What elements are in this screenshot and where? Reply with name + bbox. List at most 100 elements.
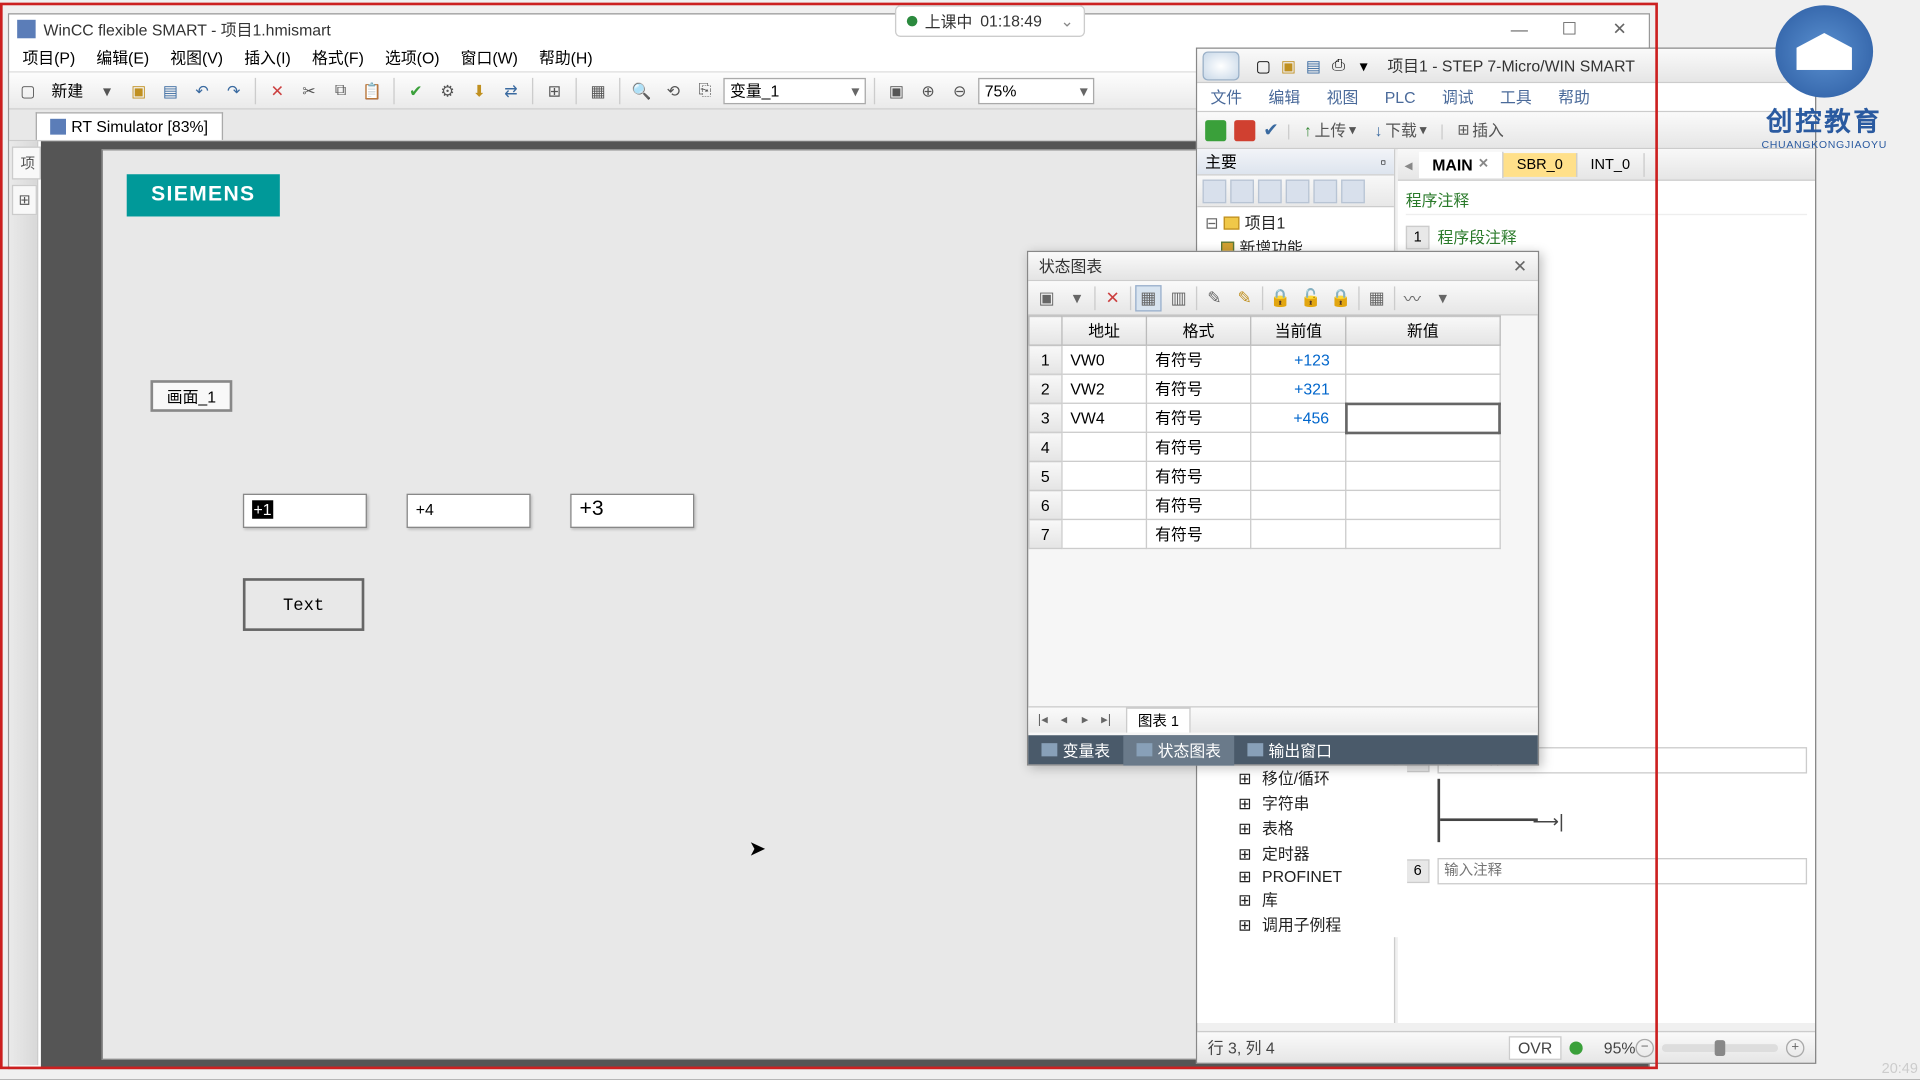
nav-first[interactable]: |◂ [1034,713,1052,728]
ribbon-tab-tools[interactable]: 工具 [1487,82,1545,112]
row-num[interactable]: 1 [1029,345,1062,374]
sc-tb-monitor[interactable]: ▦ [1135,284,1161,310]
status-chart-row[interactable]: 7有符号 [1029,519,1500,548]
tree-tb-2[interactable] [1230,179,1254,203]
paste-icon[interactable]: 📋 [359,77,385,103]
tree-tb-6[interactable] [1341,179,1365,203]
ribbon-tab-help[interactable]: 帮助 [1545,82,1603,112]
sc-tb-lock1[interactable]: 🔒 [1267,284,1293,310]
status-chart-row[interactable]: 1VW0有符号+123 [1029,345,1500,374]
close-button[interactable]: ✕ [1596,17,1644,41]
tab-nav-left[interactable]: ◂ [1398,155,1419,173]
step7-titlebar[interactable]: ▢ ▣ ▤ ⎙ ▾ 项目1 - STEP 7-Micro/WIN SMART ☐ [1197,49,1815,83]
screen-nav-button[interactable]: 画面_1 [150,380,232,412]
ribbon-tab-view[interactable]: 视图 [1313,82,1371,112]
compile-icon[interactable]: ⚙ [434,77,460,103]
qat-open-icon[interactable]: ▣ [1278,55,1299,76]
status-chart-row[interactable]: 3VW4有符号+456 [1029,403,1500,432]
row-num[interactable]: 6 [1029,490,1062,519]
row-num[interactable]: 5 [1029,461,1062,490]
nav-next[interactable]: ▸ [1076,713,1094,728]
chart-sheet-tab[interactable]: 图表 1 [1126,708,1191,733]
qat-more-icon[interactable]: ▾ [1353,55,1374,76]
zoom-slider[interactable] [1662,1043,1778,1051]
close-tab-icon[interactable]: ✕ [1478,157,1489,172]
ladder-rung-5[interactable]: ⟶| [1437,779,1807,842]
cell-format[interactable]: 有符号 [1147,374,1251,403]
code-tab-sbr0[interactable]: SBR_0 [1504,152,1578,176]
cell-address[interactable] [1062,432,1147,461]
cell-address[interactable] [1062,519,1147,548]
status-chart-close[interactable]: ✕ [1513,255,1527,276]
find-icon[interactable]: 🔍 [628,77,654,103]
cell-format[interactable]: 有符号 [1147,490,1251,519]
row-num[interactable]: 2 [1029,374,1062,403]
io-field-3[interactable]: +3 [570,494,694,528]
menu-window[interactable]: 窗口(W) [453,44,526,72]
cell-address[interactable] [1062,490,1147,519]
chevron-down-icon[interactable]: ⌄ [1060,12,1073,30]
copy-icon[interactable]: ⧉ [327,77,353,103]
cell-address[interactable]: VW0 [1062,345,1147,374]
network-num-6[interactable]: 6 [1406,859,1430,883]
doc-tab-simulator[interactable]: RT Simulator [83%] [36,112,223,140]
download-button[interactable]: ↓下载 ▾ [1369,119,1432,141]
cell-new-value[interactable] [1346,519,1499,548]
cell-new-value[interactable] [1346,490,1499,519]
ribbon-tab-edit[interactable]: 编辑 [1255,82,1313,112]
status-chart-row[interactable]: 4有符号 [1029,432,1500,461]
col-address[interactable]: 地址 [1062,316,1147,345]
net6-comment-input[interactable] [1437,858,1807,884]
nav-last[interactable]: ▸| [1097,713,1115,728]
tree-tb-5[interactable] [1313,179,1337,203]
cell-new-value[interactable] [1346,432,1499,461]
cell-format[interactable]: 有符号 [1147,461,1251,490]
cell-address[interactable]: VW2 [1062,374,1147,403]
sc-tb-pencil[interactable]: ✎ [1232,284,1258,310]
status-chart-titlebar[interactable]: 状态图表 ✕ [1028,252,1538,281]
segment-comment[interactable]: 程序段注释 [1437,223,1807,251]
menu-project[interactable]: 项目(P) [15,44,84,72]
menu-options[interactable]: 选项(O) [377,44,447,72]
zoom-out-button[interactable]: − [1635,1038,1653,1056]
zoom-in-icon[interactable]: ⊕ [915,77,941,103]
new-page-icon[interactable]: ▢ [15,77,41,103]
side-tab-tools[interactable]: ⊞ [12,185,37,216]
code-tab-int0[interactable]: INT_0 [1577,152,1644,176]
zoom-out-icon[interactable]: ⊖ [946,77,972,103]
align-icon[interactable]: ⊞ [541,77,567,103]
ribbon-tab-plc[interactable]: PLC [1372,84,1429,110]
minimize-button[interactable]: — [1496,17,1544,41]
lib-library[interactable]: ⊞库 [1214,887,1407,912]
hmi-text-button[interactable]: Text [243,578,364,631]
open-icon[interactable]: ▣ [125,77,151,103]
lib-shift[interactable]: ⊞移位/循环 [1214,766,1407,791]
redo-icon[interactable]: ↷ [220,77,246,103]
tree-tb-4[interactable] [1286,179,1310,203]
col-rownum[interactable] [1029,316,1062,345]
stop-button[interactable] [1234,119,1255,140]
side-tab-project[interactable]: 项 [12,147,41,180]
compile-button[interactable]: ✔ [1263,119,1278,141]
dropdown-icon[interactable]: ▾ [94,77,120,103]
cell-address[interactable] [1062,461,1147,490]
row-num[interactable]: 7 [1029,519,1062,548]
new-button[interactable]: 新建 [46,79,88,101]
menu-view[interactable]: 视图(V) [162,44,231,72]
status-ovr[interactable]: OVR [1509,1036,1562,1060]
delete-icon[interactable]: ✕ [264,77,290,103]
menu-edit[interactable]: 编辑(E) [88,44,157,72]
sc-tb-write[interactable]: ✎ [1201,284,1227,310]
lib-profinet[interactable]: ⊞PROFINET [1214,866,1407,887]
lib-callsub[interactable]: ⊞调用子例程 [1214,912,1407,937]
tree-tb-1[interactable] [1203,179,1227,203]
cell-new-value[interactable] [1346,461,1499,490]
lib-string[interactable]: ⊞字符串 [1214,791,1407,816]
lib-table[interactable]: ⊞表格 [1214,816,1407,841]
row-num[interactable]: 4 [1029,432,1062,461]
lib-timer[interactable]: ⊞定时器 [1214,841,1407,866]
sc-tb-open[interactable]: ▣ [1034,284,1060,310]
row-num[interactable]: 3 [1029,403,1062,432]
sc-tb-lock2[interactable]: 🔓 [1298,284,1324,310]
code-tab-main[interactable]: MAIN✕ [1419,151,1504,177]
